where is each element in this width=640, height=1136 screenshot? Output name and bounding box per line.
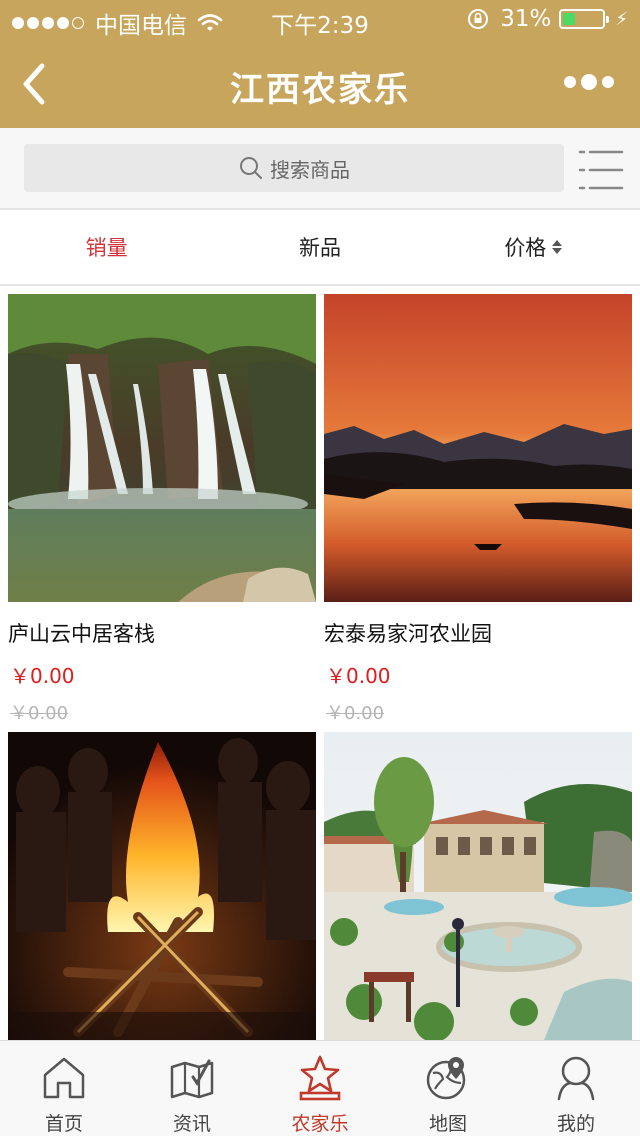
status-bar: 中国电信 下午2:39 31% ⚡ xyxy=(0,0,640,40)
star-icon xyxy=(299,1055,341,1101)
tabbar-item-map[interactable]: 地图 xyxy=(384,1041,512,1136)
tabbar-item-farmhouse[interactable]: 农家乐 xyxy=(256,1041,384,1136)
more-dots-icon xyxy=(564,76,576,88)
product-name: 庐山云中居客栈 xyxy=(8,622,155,646)
sort-tabs: 销量 新品 价格 xyxy=(0,210,640,286)
search-input[interactable]: 搜索商品 xyxy=(24,144,564,192)
top-bar: 中国电信 下午2:39 31% ⚡ 江西农家乐 xyxy=(0,0,640,128)
tabbar-label: 我的 xyxy=(556,1113,595,1135)
tab-label: 销量 xyxy=(85,236,128,260)
product-price: ￥0.00 xyxy=(10,664,75,688)
page-title: 江西农家乐 xyxy=(230,70,410,110)
tabbar-item-me[interactable]: 我的 xyxy=(512,1041,640,1136)
more-button[interactable] xyxy=(559,74,614,90)
product-name: 宏泰易家河农业园 xyxy=(324,622,492,646)
product-card[interactable] xyxy=(324,732,632,1040)
tab-label: 新品 xyxy=(298,236,341,260)
nav-bar: 江西农家乐 xyxy=(0,40,640,128)
product-card[interactable]: 宏泰易家河农业园 ￥0.00 ￥0.00 xyxy=(324,294,632,725)
tab-price[interactable]: 价格 xyxy=(427,210,640,284)
search-placeholder: 搜索商品 xyxy=(270,157,350,182)
tabbar-label: 农家乐 xyxy=(291,1113,349,1135)
news-icon xyxy=(170,1059,214,1099)
rotation-lock-icon xyxy=(468,9,489,29)
battery-percent: 31% xyxy=(500,6,552,32)
product-image-bonfire[interactable] xyxy=(8,732,316,1040)
product-image-villa-garden[interactable] xyxy=(324,732,632,1040)
tabbar-label: 地图 xyxy=(428,1113,467,1135)
list-icon xyxy=(578,150,624,190)
product-original-price: ￥0.00 xyxy=(10,703,69,724)
home-icon xyxy=(43,1057,85,1099)
product-price: ￥0.00 xyxy=(326,664,391,688)
list-view-button[interactable] xyxy=(578,148,624,192)
tabbar-label: 资讯 xyxy=(172,1113,211,1135)
battery-icon xyxy=(559,9,610,29)
product-card[interactable] xyxy=(8,732,316,1040)
tab-label: 价格 xyxy=(504,236,547,260)
charging-icon: ⚡ xyxy=(615,8,628,30)
tabbar-label: 首页 xyxy=(44,1113,83,1135)
tabbar-item-news[interactable]: 资讯 xyxy=(128,1041,256,1136)
sort-arrows-icon xyxy=(552,240,563,254)
product-image-waterfall[interactable] xyxy=(8,294,316,602)
bottom-tab-bar: 首页 资讯 农家乐 地图 我的 xyxy=(0,1040,640,1136)
user-icon xyxy=(557,1056,595,1101)
product-image-sunset-lake[interactable] xyxy=(324,294,632,602)
product-grid: 庐山云中居客栈 ￥0.00 ￥0.00 宏泰易家河农业园 ￥0.00 ￥0.00 xyxy=(0,286,640,1040)
product-original-price: ￥0.00 xyxy=(326,703,385,724)
tab-new[interactable]: 新品 xyxy=(213,210,426,284)
search-bar: 搜索商品 xyxy=(0,128,640,210)
tab-sales[interactable]: 销量 xyxy=(0,210,213,284)
product-card[interactable]: 庐山云中居客栈 ￥0.00 ￥0.00 xyxy=(8,294,316,725)
tabbar-item-home[interactable]: 首页 xyxy=(0,1041,128,1136)
globe-pin-icon xyxy=(426,1057,466,1100)
search-icon xyxy=(240,157,262,179)
